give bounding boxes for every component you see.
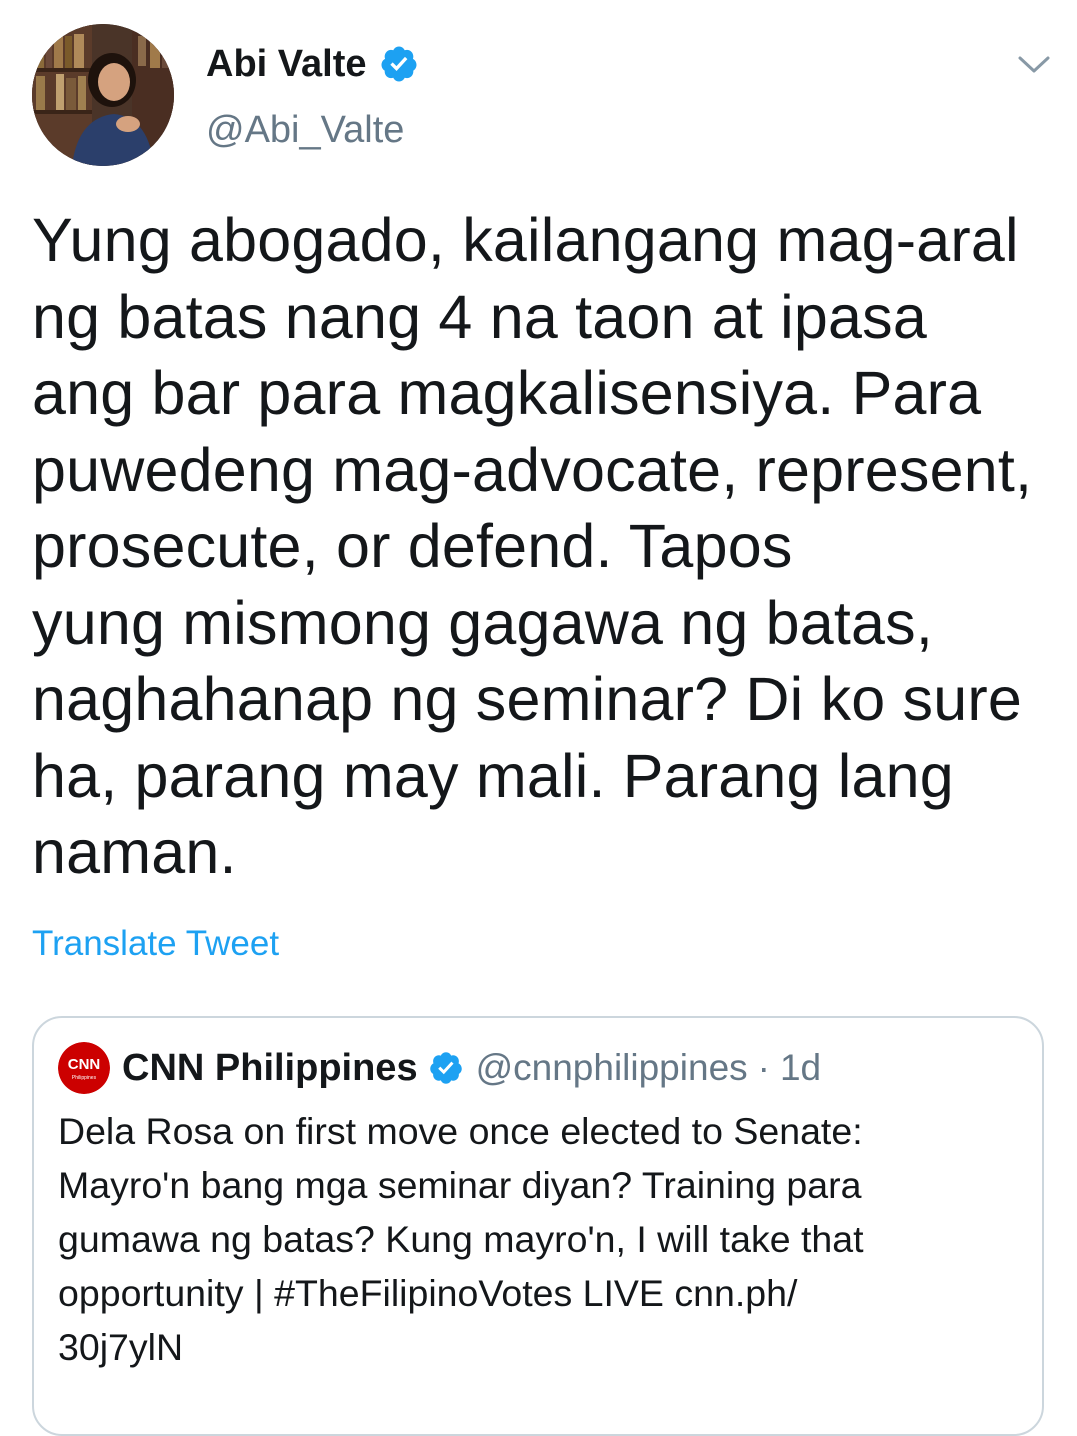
verified-badge-icon: [428, 1050, 464, 1086]
translate-tweet-link[interactable]: Translate Tweet: [32, 920, 279, 968]
verified-badge-icon: [379, 44, 419, 84]
quoted-tweet-card[interactable]: CNN Philippines CNN Philippines @cnnphil…: [32, 1016, 1044, 1436]
avatar[interactable]: [32, 24, 174, 166]
author-handle[interactable]: @Abi_Valte: [206, 104, 404, 156]
profile-photo-icon: [32, 24, 174, 166]
chevron-down-icon[interactable]: [1012, 46, 1056, 82]
quoted-tweet-timestamp[interactable]: 1d: [780, 1047, 821, 1089]
quoted-tweet-text: Dela Rosa on first move once elected to …: [58, 1110, 864, 1368]
tweet: Abi Valte @Abi_Valte Yung abogado, kaila…: [0, 0, 1077, 1436]
author-display-name[interactable]: Abi Valte: [206, 38, 367, 90]
svg-text:CNN: CNN: [68, 1056, 101, 1073]
tweet-text: Yung abogado, kailangang mag-aral ng bat…: [32, 206, 1033, 886]
separator-dot: ·: [757, 1047, 770, 1088]
quoted-tweet-header: CNN Philippines CNN Philippines @cnnphil…: [58, 1042, 821, 1094]
author-name-row[interactable]: Abi Valte: [206, 38, 419, 90]
cnn-philippines-logo-icon[interactable]: CNN Philippines: [58, 1042, 110, 1094]
quoted-author-display-name[interactable]: CNN Philippines: [122, 1047, 418, 1090]
svg-text:Philippines: Philippines: [72, 1075, 97, 1081]
quoted-author-handle[interactable]: @cnnphilippines: [476, 1047, 748, 1089]
